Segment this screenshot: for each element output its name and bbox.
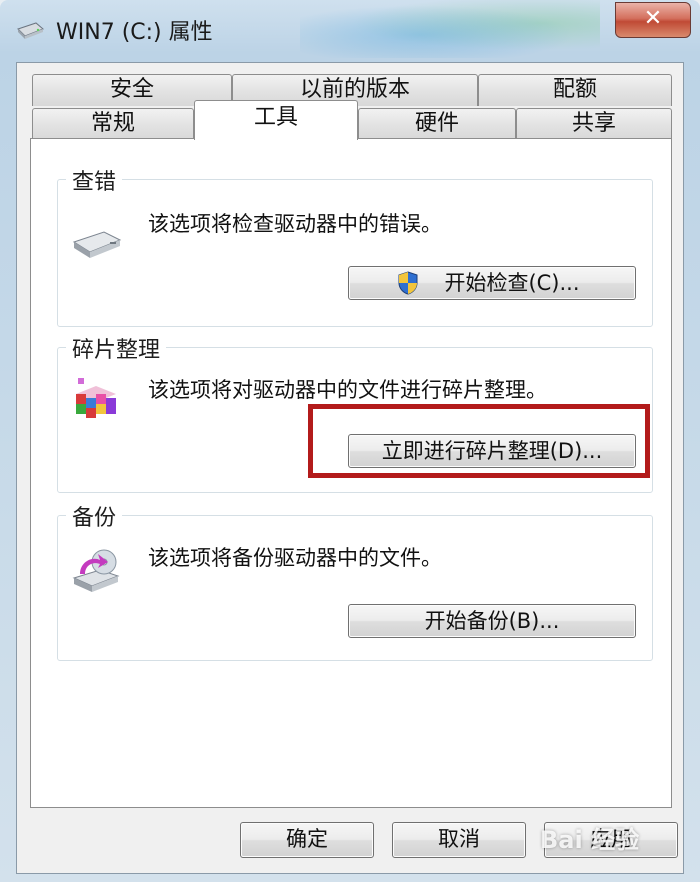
title-bar[interactable]: WIN7 (C:) 属性 ✕ xyxy=(0,0,700,58)
tab-tools[interactable]: 工具 xyxy=(194,100,358,140)
group-backup: 备份 该选项将备份驱动器中的文件。 开始备份(B)... xyxy=(57,500,653,661)
tab-quota[interactable]: 配额 xyxy=(478,74,672,106)
cancel-button[interactable]: 取消 xyxy=(392,822,526,858)
watermark-logo: Bai 经验 xyxy=(540,826,640,854)
group-title-error-checking: 查错 xyxy=(66,164,123,196)
check-now-button-label: 开始检查(C)... xyxy=(444,271,580,295)
check-now-button[interactable]: 开始检查(C)... xyxy=(348,266,636,300)
tab-sharing[interactable]: 共享 xyxy=(516,108,672,140)
highlight-frame xyxy=(308,404,650,478)
backup-icon xyxy=(72,549,120,592)
backup-now-button[interactable]: 开始备份(B)... xyxy=(348,604,636,638)
backup-description: 该选项将备份驱动器中的文件。 xyxy=(148,546,442,570)
tab-hardware[interactable]: 硬件 xyxy=(358,108,516,140)
defragmentation-description: 该选项将对驱动器中的文件进行碎片整理。 xyxy=(148,378,547,402)
ok-button[interactable]: 确定 xyxy=(240,822,374,858)
window-title: WIN7 (C:) 属性 xyxy=(56,20,213,45)
group-title-backup: 备份 xyxy=(66,500,123,532)
group-error-checking: 查错 该选项将检查驱动器中的错误。 开始检查(C)... xyxy=(57,164,653,327)
window-frame: WIN7 (C:) 属性 ✕ 安全 以前的版本 配额 常规 工具 硬件 共享 查… xyxy=(0,0,700,882)
group-title-defragmentation: 碎片整理 xyxy=(66,332,167,364)
error-checking-description: 该选项将检查驱动器中的错误。 xyxy=(148,212,442,236)
close-button[interactable]: ✕ xyxy=(615,2,691,38)
hard-drive-icon xyxy=(72,231,122,258)
tab-general[interactable]: 常规 xyxy=(32,108,194,140)
uac-shield-icon xyxy=(398,271,418,295)
defrag-icon xyxy=(76,378,116,418)
title-bar-background-art xyxy=(300,0,600,58)
drive-icon xyxy=(17,22,44,39)
